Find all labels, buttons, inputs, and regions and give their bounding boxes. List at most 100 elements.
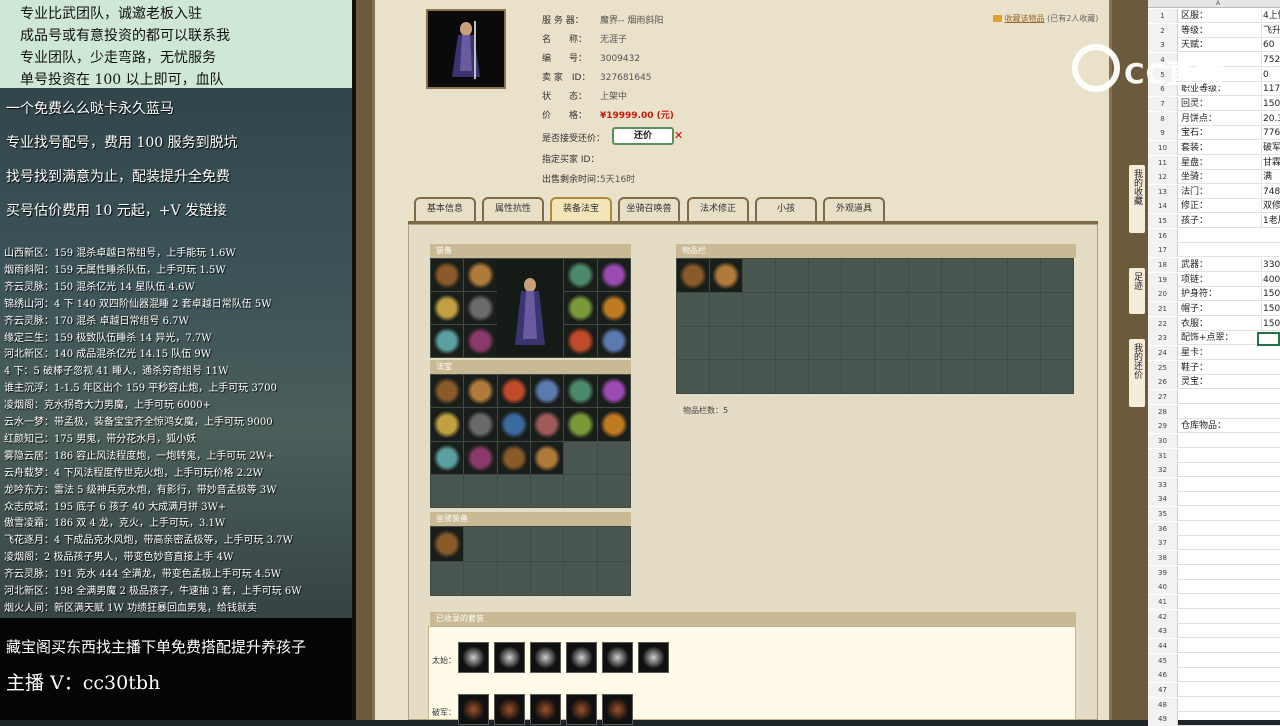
row-number[interactable]: 22: [1148, 316, 1178, 331]
suit-item-icon[interactable]: [494, 694, 525, 725]
cell-b[interactable]: 3300: [1261, 258, 1280, 273]
cell-b[interactable]: 双修: [1261, 199, 1280, 214]
suit-item-icon[interactable]: [494, 642, 525, 673]
row-number[interactable]: 23: [1148, 331, 1178, 346]
cell-a[interactable]: 天赋：: [1181, 38, 1208, 52]
empty-slot[interactable]: [464, 561, 497, 595]
equipment-slot[interactable]: [597, 292, 630, 324]
empty-slot[interactable]: [530, 474, 564, 507]
cell-b[interactable]: 60: [1261, 38, 1280, 53]
row-number[interactable]: 16: [1148, 228, 1178, 243]
empty-slot[interactable]: [497, 561, 530, 595]
equipment-slot[interactable]: [431, 292, 464, 324]
item-slot[interactable]: [564, 408, 597, 441]
empty-slot[interactable]: [875, 360, 908, 393]
cell-a[interactable]: 月饼点：: [1181, 112, 1217, 126]
empty-slot[interactable]: [941, 292, 974, 326]
empty-slot[interactable]: [941, 360, 974, 393]
empty-slot[interactable]: [677, 292, 710, 326]
row-number[interactable]: 26: [1148, 375, 1178, 390]
empty-slot[interactable]: [710, 292, 743, 326]
item-slot[interactable]: [464, 375, 497, 408]
item-slot[interactable]: [431, 408, 464, 441]
empty-slot[interactable]: [677, 326, 710, 360]
empty-slot[interactable]: [1007, 326, 1040, 360]
empty-slot[interactable]: [1040, 326, 1073, 360]
row-number[interactable]: 28: [1148, 404, 1178, 419]
row-number[interactable]: 44: [1148, 638, 1178, 653]
cell-b[interactable]: 748: [1261, 184, 1280, 199]
cell-a[interactable]: 宝石：: [1181, 126, 1208, 140]
empty-slot[interactable]: [1040, 292, 1073, 326]
empty-slot[interactable]: [974, 360, 1007, 393]
tab-2[interactable]: 装备法宝: [550, 197, 612, 222]
row-number[interactable]: 47: [1148, 682, 1178, 697]
row-number[interactable]: 27: [1148, 389, 1178, 404]
empty-slot[interactable]: [974, 292, 1007, 326]
empty-slot[interactable]: [842, 326, 875, 360]
row-number[interactable]: 32: [1148, 463, 1178, 478]
my-counter-offers-tab[interactable]: 我的还价: [1127, 337, 1147, 409]
item-slot[interactable]: [564, 375, 597, 408]
cell-b[interactable]: 150: [1261, 287, 1280, 302]
empty-slot[interactable]: [908, 292, 941, 326]
row-number[interactable]: 37: [1148, 536, 1178, 551]
empty-slot[interactable]: [1040, 259, 1073, 292]
empty-slot[interactable]: [842, 360, 875, 393]
my-favorites-tab[interactable]: 我的收藏: [1127, 163, 1147, 235]
empty-slot[interactable]: [875, 259, 908, 292]
row-number[interactable]: 12: [1148, 170, 1178, 185]
cell-a[interactable]: 护身符：: [1181, 287, 1217, 301]
empty-slot[interactable]: [1007, 360, 1040, 393]
suit-item-icon[interactable]: [530, 694, 561, 725]
row-number[interactable]: 17: [1148, 243, 1178, 258]
row-number[interactable]: 46: [1148, 668, 1178, 683]
cell-a[interactable]: 项链：: [1181, 273, 1208, 287]
empty-slot[interactable]: [743, 360, 776, 393]
row-number[interactable]: 13: [1148, 184, 1178, 199]
cell-a[interactable]: 帽子：: [1181, 302, 1208, 316]
row-number[interactable]: 29: [1148, 419, 1178, 434]
row-number[interactable]: 19: [1148, 272, 1178, 287]
empty-slot[interactable]: [743, 259, 776, 292]
item-slot[interactable]: [464, 441, 497, 474]
cell-b[interactable]: 400: [1261, 272, 1280, 287]
empty-slot[interactable]: [530, 561, 564, 595]
tab-4[interactable]: 法术修正: [687, 197, 749, 222]
tab-5[interactable]: 小孩: [755, 197, 817, 222]
empty-slot[interactable]: [875, 292, 908, 326]
cell-a[interactable]: 套装：: [1181, 141, 1208, 155]
equipment-slot[interactable]: [464, 325, 497, 357]
row-number[interactable]: 3: [1148, 38, 1178, 53]
row-number[interactable]: 8: [1148, 111, 1178, 126]
item-slot[interactable]: [530, 408, 564, 441]
item-slot[interactable]: [431, 441, 464, 474]
row-number[interactable]: 24: [1148, 345, 1178, 360]
cell-b[interactable]: 1老辰: [1261, 214, 1280, 229]
empty-slot[interactable]: [597, 441, 630, 474]
empty-slot[interactable]: [497, 474, 530, 507]
empty-slot[interactable]: [597, 527, 630, 561]
tab-1[interactable]: 属性抗性: [482, 197, 544, 222]
row-number[interactable]: 43: [1148, 624, 1178, 639]
empty-slot[interactable]: [431, 474, 464, 507]
empty-slot[interactable]: [743, 326, 776, 360]
empty-slot[interactable]: [809, 259, 842, 292]
cell-a[interactable]: 灵宝：: [1181, 375, 1208, 389]
cell-b[interactable]: 7760: [1261, 126, 1280, 141]
row-number[interactable]: 21: [1148, 302, 1178, 316]
suit-item-icon[interactable]: [566, 694, 597, 725]
empty-slot[interactable]: [908, 360, 941, 393]
row-number[interactable]: 30: [1148, 433, 1178, 448]
footprint-tab[interactable]: 足迹: [1127, 266, 1147, 316]
empty-slot[interactable]: [1007, 292, 1040, 326]
empty-slot[interactable]: [809, 292, 842, 326]
row-number[interactable]: 49: [1148, 712, 1178, 726]
empty-slot[interactable]: [743, 292, 776, 326]
favorite-link[interactable]: 收藏该物品 (已有2人收藏): [993, 13, 1098, 24]
empty-slot[interactable]: [564, 474, 597, 507]
item-slot[interactable]: [464, 408, 497, 441]
equipment-slot[interactable]: [431, 325, 464, 357]
row-number[interactable]: 36: [1148, 521, 1178, 536]
cell-b[interactable]: 20.3: [1261, 111, 1280, 126]
